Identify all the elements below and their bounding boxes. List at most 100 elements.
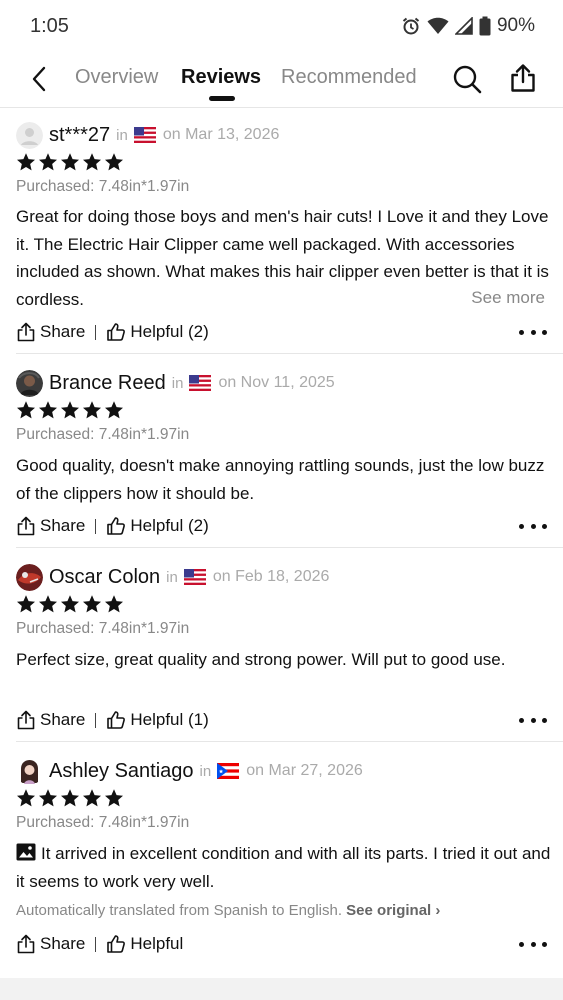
section-divider [0, 978, 563, 1000]
share-label: Share [40, 710, 86, 729]
star-rating [16, 400, 124, 420]
active-tab-indicator [209, 96, 235, 101]
us-flag-icon [133, 127, 156, 143]
share-icon [17, 710, 35, 730]
share-label: Share [40, 516, 86, 535]
more-options-button[interactable] [519, 715, 547, 725]
star-icon [17, 595, 35, 613]
share-page-button[interactable] [509, 63, 537, 93]
review-date: on Nov 11, 2025 [218, 374, 335, 391]
wifi-icon [427, 17, 449, 34]
share-icon [17, 516, 35, 536]
search-icon [453, 65, 482, 94]
share-button[interactable]: Share [16, 934, 85, 954]
battery-icon [479, 16, 491, 36]
username[interactable]: Ashley Santiago [49, 760, 194, 783]
review-user-row: st***27 in on Mar 13, 2026 [16, 120, 279, 150]
share-button[interactable]: Share [16, 516, 85, 536]
star-rating [16, 152, 124, 172]
divider [95, 936, 97, 952]
helpful-button[interactable]: Helpful [106, 934, 183, 954]
star-icon [17, 789, 35, 807]
star-icon [83, 153, 101, 171]
share-button[interactable]: Share [16, 710, 85, 730]
chevron-right-icon: › [435, 902, 441, 919]
review-user-row: Oscar Colon in on Feb 18, 2026 [16, 562, 329, 592]
status-icons: 90% [401, 15, 535, 37]
share-label: Share [40, 322, 86, 341]
in-label: in [171, 374, 184, 392]
top-nav: Overview Reviews Recommended [0, 52, 563, 108]
in-label: in [166, 568, 178, 586]
username[interactable]: Oscar Colon [49, 566, 160, 589]
divider [95, 712, 97, 728]
in-label: in [116, 126, 128, 144]
translation-note-text: Automatically translated from Spanish to… [16, 902, 342, 919]
purchased-variant: Purchased: 7.48in*1.97in [16, 620, 190, 637]
helpful-label: Helpful (2) [130, 322, 209, 341]
helpful-button[interactable]: Helpful (1) [106, 710, 209, 730]
puerto-rico-flag-icon [217, 763, 240, 779]
more-options-button[interactable] [519, 327, 547, 337]
see-original-link[interactable]: See original › [346, 902, 440, 919]
tab-overview[interactable]: Overview [75, 66, 158, 89]
image-icon[interactable] [16, 843, 36, 861]
review-actions: Share Helpful [16, 932, 183, 956]
in-label: in [199, 762, 212, 780]
back-button[interactable] [26, 64, 52, 94]
helpful-button[interactable]: Helpful (2) [106, 516, 209, 536]
purchased-variant: Purchased: 7.48in*1.97in [16, 178, 190, 195]
review-date: on Mar 27, 2026 [246, 762, 363, 779]
review-actions: Share Helpful (2) [16, 320, 209, 344]
star-rating [16, 788, 124, 808]
avatar[interactable] [16, 757, 43, 785]
review-date: on Feb 18, 2026 [212, 568, 330, 585]
signal-icon [454, 17, 473, 35]
review-card: Oscar Colon in on Feb 18, 2026 Purchased… [0, 548, 563, 742]
tab-reviews[interactable]: Reviews [181, 66, 261, 89]
share-label: Share [40, 934, 86, 953]
username[interactable]: Brance Reed [49, 372, 166, 395]
star-icon [61, 789, 79, 807]
star-icon [83, 789, 101, 807]
review-text: It arrived in excellent condition and wi… [16, 844, 551, 891]
purchased-variant: Purchased: 7.48in*1.97in [16, 814, 190, 831]
star-icon [39, 789, 57, 807]
share-button[interactable]: Share [16, 322, 85, 342]
more-options-button[interactable] [519, 521, 547, 531]
star-icon [39, 153, 57, 171]
thumbs-up-icon [107, 323, 126, 341]
star-icon [105, 153, 123, 171]
us-flag-icon [183, 569, 206, 585]
review-card: Ashley Santiago in on Mar 27, 2026 Purch… [0, 742, 563, 978]
translation-note: Automatically translated from Spanish to… [16, 902, 440, 919]
us-flag-icon [189, 375, 212, 391]
see-more-link[interactable]: See more [471, 288, 545, 308]
review-text: Perfect size, great quality and strong p… [16, 650, 506, 669]
chevron-left-icon [32, 66, 46, 92]
star-icon [105, 595, 123, 613]
helpful-button[interactable]: Helpful (2) [106, 322, 209, 342]
review-actions: Share Helpful (1) [16, 708, 209, 732]
avatar[interactable] [16, 369, 43, 397]
avatar[interactable] [16, 563, 43, 591]
battery-percent: 90% [496, 15, 535, 36]
review-user-row: Brance Reed in on Nov 11, 2025 [16, 368, 335, 398]
thumbs-up-icon [107, 517, 126, 535]
tab-recommended[interactable]: Recommended [281, 66, 417, 89]
review-text: Good quality, doesn't make annoying ratt… [16, 456, 545, 503]
helpful-label: Helpful [130, 934, 184, 953]
star-icon [17, 153, 35, 171]
thumbs-up-icon [107, 935, 126, 953]
avatar[interactable] [16, 121, 43, 149]
alarm-icon [402, 17, 420, 35]
share-icon [17, 934, 35, 954]
more-options-button[interactable] [519, 939, 547, 949]
review-card: st***27 in on Mar 13, 2026 Purchased: 7.… [0, 108, 563, 354]
star-icon [61, 595, 79, 613]
search-button[interactable] [452, 64, 482, 94]
star-icon [83, 595, 101, 613]
username[interactable]: st***27 [49, 124, 110, 147]
helpful-label: Helpful (1) [130, 710, 209, 729]
review-actions: Share Helpful (2) [16, 514, 209, 538]
